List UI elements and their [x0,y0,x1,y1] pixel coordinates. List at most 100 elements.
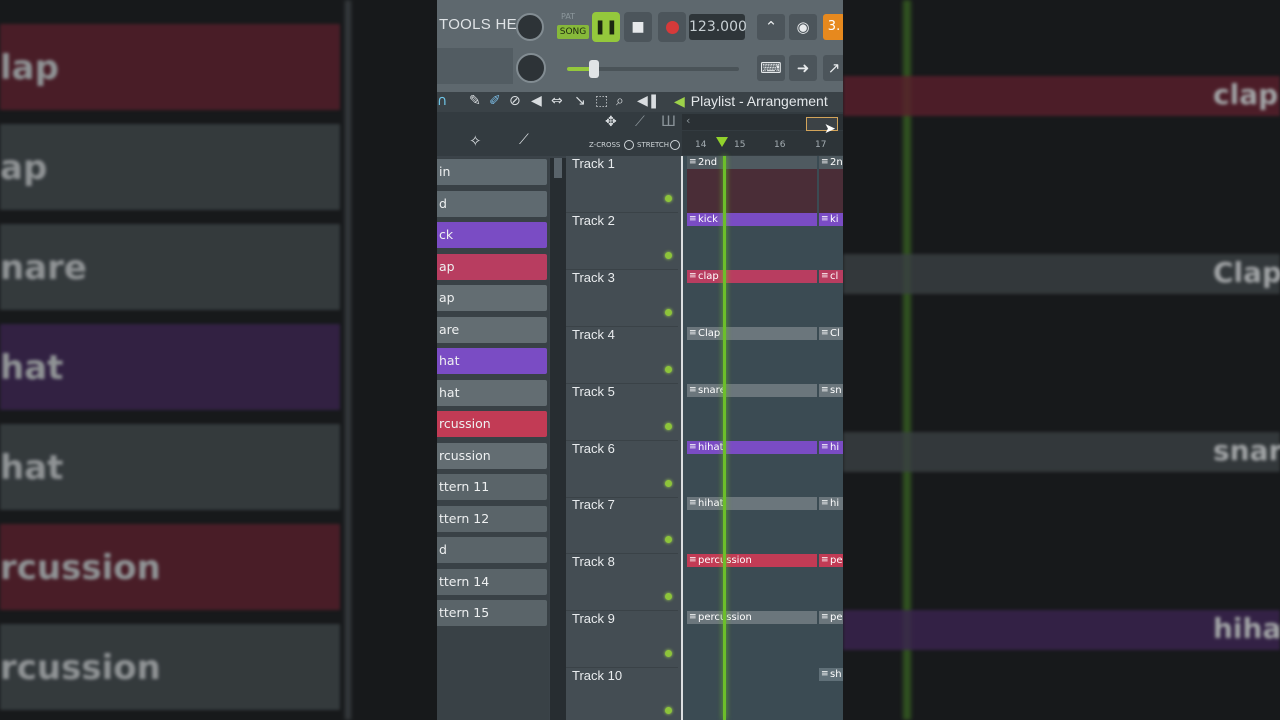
track-header[interactable]: Track 1 [566,156,678,213]
pattern-clip-next[interactable]: pe [819,554,843,612]
track-header[interactable]: Track 9 [566,611,678,669]
pattern-item[interactable]: ttern 11 [437,474,547,500]
pattern-clip-next[interactable]: 2n [819,156,843,213]
track-enable-led[interactable] [665,195,672,202]
slip-icon[interactable]: ⇔ [551,93,563,109]
pattern-item[interactable]: rcussion [437,442,547,469]
select-icon[interactable]: ⬚ [595,93,608,109]
track-header[interactable]: Track 2 [566,213,678,270]
pattern-item[interactable]: are [437,316,547,343]
master-volume-slider[interactable] [567,60,739,78]
pattern-item[interactable]: ap [437,253,547,280]
track-enable-led[interactable] [665,308,672,316]
play-pause-button[interactable]: ❚❚ [592,12,620,42]
track-enable-led[interactable] [665,479,672,487]
pattern-clip-next[interactable]: pe [819,611,843,669]
track-enable-led[interactable] [665,536,672,544]
pattern-clip-next[interactable]: sn [819,383,843,441]
track-lane[interactable]: 2nd2n [682,156,843,214]
delete-icon[interactable]: ⊘ [509,93,521,109]
zoom-icon[interactable]: ⌕ [616,93,624,109]
pen-small-icon[interactable]: ⟋ [635,114,645,130]
pat-song-switch[interactable]: PAT SONG [557,12,591,42]
track-lane[interactable]: hihathi [682,440,843,499]
main-pitch-knob[interactable] [516,53,546,83]
track-enable-led[interactable] [665,365,672,373]
track-header[interactable]: Track 10 [566,668,678,720]
track-lane[interactable]: percussionpe [682,554,843,613]
pattern-item[interactable]: hat [437,348,547,374]
tempo-display[interactable]: 123.000 [689,14,747,40]
link-icon[interactable]: ⟋ [519,132,529,148]
track-header[interactable]: Track 4 [566,327,678,384]
orange-indicator[interactable]: 3. [823,14,843,40]
track-lane[interactable]: ClapCl [682,326,843,385]
track-enable-led[interactable] [665,422,672,430]
track-enable-led[interactable] [665,593,672,601]
pattern-clip-next[interactable]: hi [819,497,843,555]
track-header[interactable]: Track 5 [566,384,678,441]
arrow-right-icon[interactable]: ➜ [789,55,817,81]
stretch-knob[interactable] [670,140,680,150]
snap-icon[interactable]: ↗ [823,55,843,81]
magnet-icon[interactable]: ∩ [437,93,447,109]
slider-thumb[interactable] [589,60,599,78]
playlist-arrow-icon[interactable]: ◀ [674,93,685,109]
pattern-clip[interactable]: Clap [687,326,817,384]
typing-keyboard-icon[interactable]: ⌨ [757,55,785,81]
scroll-left-icon[interactable]: ‹ [686,114,690,127]
wait-icon[interactable]: ◉ [789,14,817,40]
pattern-item[interactable]: ttern 12 [437,505,547,532]
track-header[interactable]: Track 8 [566,554,678,612]
pattern-clip-next[interactable]: hi [819,440,843,498]
slice-icon[interactable]: ↘ [574,93,586,109]
pattern-clip-next[interactable]: cl [819,269,843,327]
pattern-clip-next[interactable]: sh [819,668,843,720]
track-lane[interactable]: clapcl [682,269,843,328]
pattern-item[interactable]: d [437,190,547,217]
track-lane[interactable]: percussionpe [682,611,843,670]
pattern-item[interactable]: ttern 15 [437,600,547,626]
pattern-item[interactable]: hat [437,379,547,406]
record-button[interactable] [658,12,686,42]
track-lane[interactable]: kickki [682,212,843,271]
pattern-clip-next[interactable]: ki [819,212,843,270]
move-icon[interactable]: ✥ [605,114,617,130]
pattern-clip-next[interactable]: Cl [819,326,843,384]
picker-scroll-thumb[interactable] [554,158,562,178]
pattern-item[interactable]: ttern 14 [437,568,547,595]
zcross-knob[interactable] [624,140,634,150]
pattern-clip[interactable]: kick [687,212,817,270]
paint-icon[interactable]: ✐ [489,93,501,109]
playlist-grid[interactable]: 2nd2nkickkiclapclClapClsnaresnhihathihih… [682,156,843,720]
stop-button[interactable]: ■ [624,12,652,42]
track-header[interactable]: Track 6 [566,441,678,498]
pattern-clip[interactable]: percussion [687,554,817,612]
master-volume-knob[interactable] [516,13,544,41]
track-header[interactable]: Track 3 [566,270,678,327]
track-lane[interactable]: sh [682,668,843,720]
track-enable-led[interactable] [665,650,672,658]
track-lane[interactable]: snaresn [682,383,843,442]
pattern-clip[interactable]: percussion [687,611,817,669]
metronome-icon[interactable]: ⌃ [757,14,785,40]
picker-scrollbar[interactable] [550,158,566,720]
pattern-item[interactable]: in [437,159,547,185]
playhead-marker-icon[interactable] [716,137,728,147]
piano-icon[interactable]: Ш [661,114,676,130]
track-enable-led[interactable] [665,251,672,259]
track-header[interactable]: Track 7 [566,497,678,555]
mute-icon[interactable]: ◀ [531,93,542,109]
playback-icon[interactable]: ◀❚ [637,93,660,109]
pattern-item[interactable]: ck [437,222,547,248]
pattern-clip[interactable]: snare [687,383,817,441]
pattern-clip[interactable]: 2nd [687,156,817,213]
pattern-clip[interactable]: clap [687,269,817,327]
pattern-item[interactable]: ap [437,285,547,311]
time-ruler[interactable]: 14 15 16 17 [682,131,843,155]
track-lane[interactable]: hihathi [682,497,843,556]
pattern-item[interactable]: d [437,537,547,563]
waveform-icon[interactable]: ✧ [469,132,482,150]
pattern-item[interactable]: rcussion [437,411,547,437]
pattern-clip[interactable]: hihat [687,497,817,555]
